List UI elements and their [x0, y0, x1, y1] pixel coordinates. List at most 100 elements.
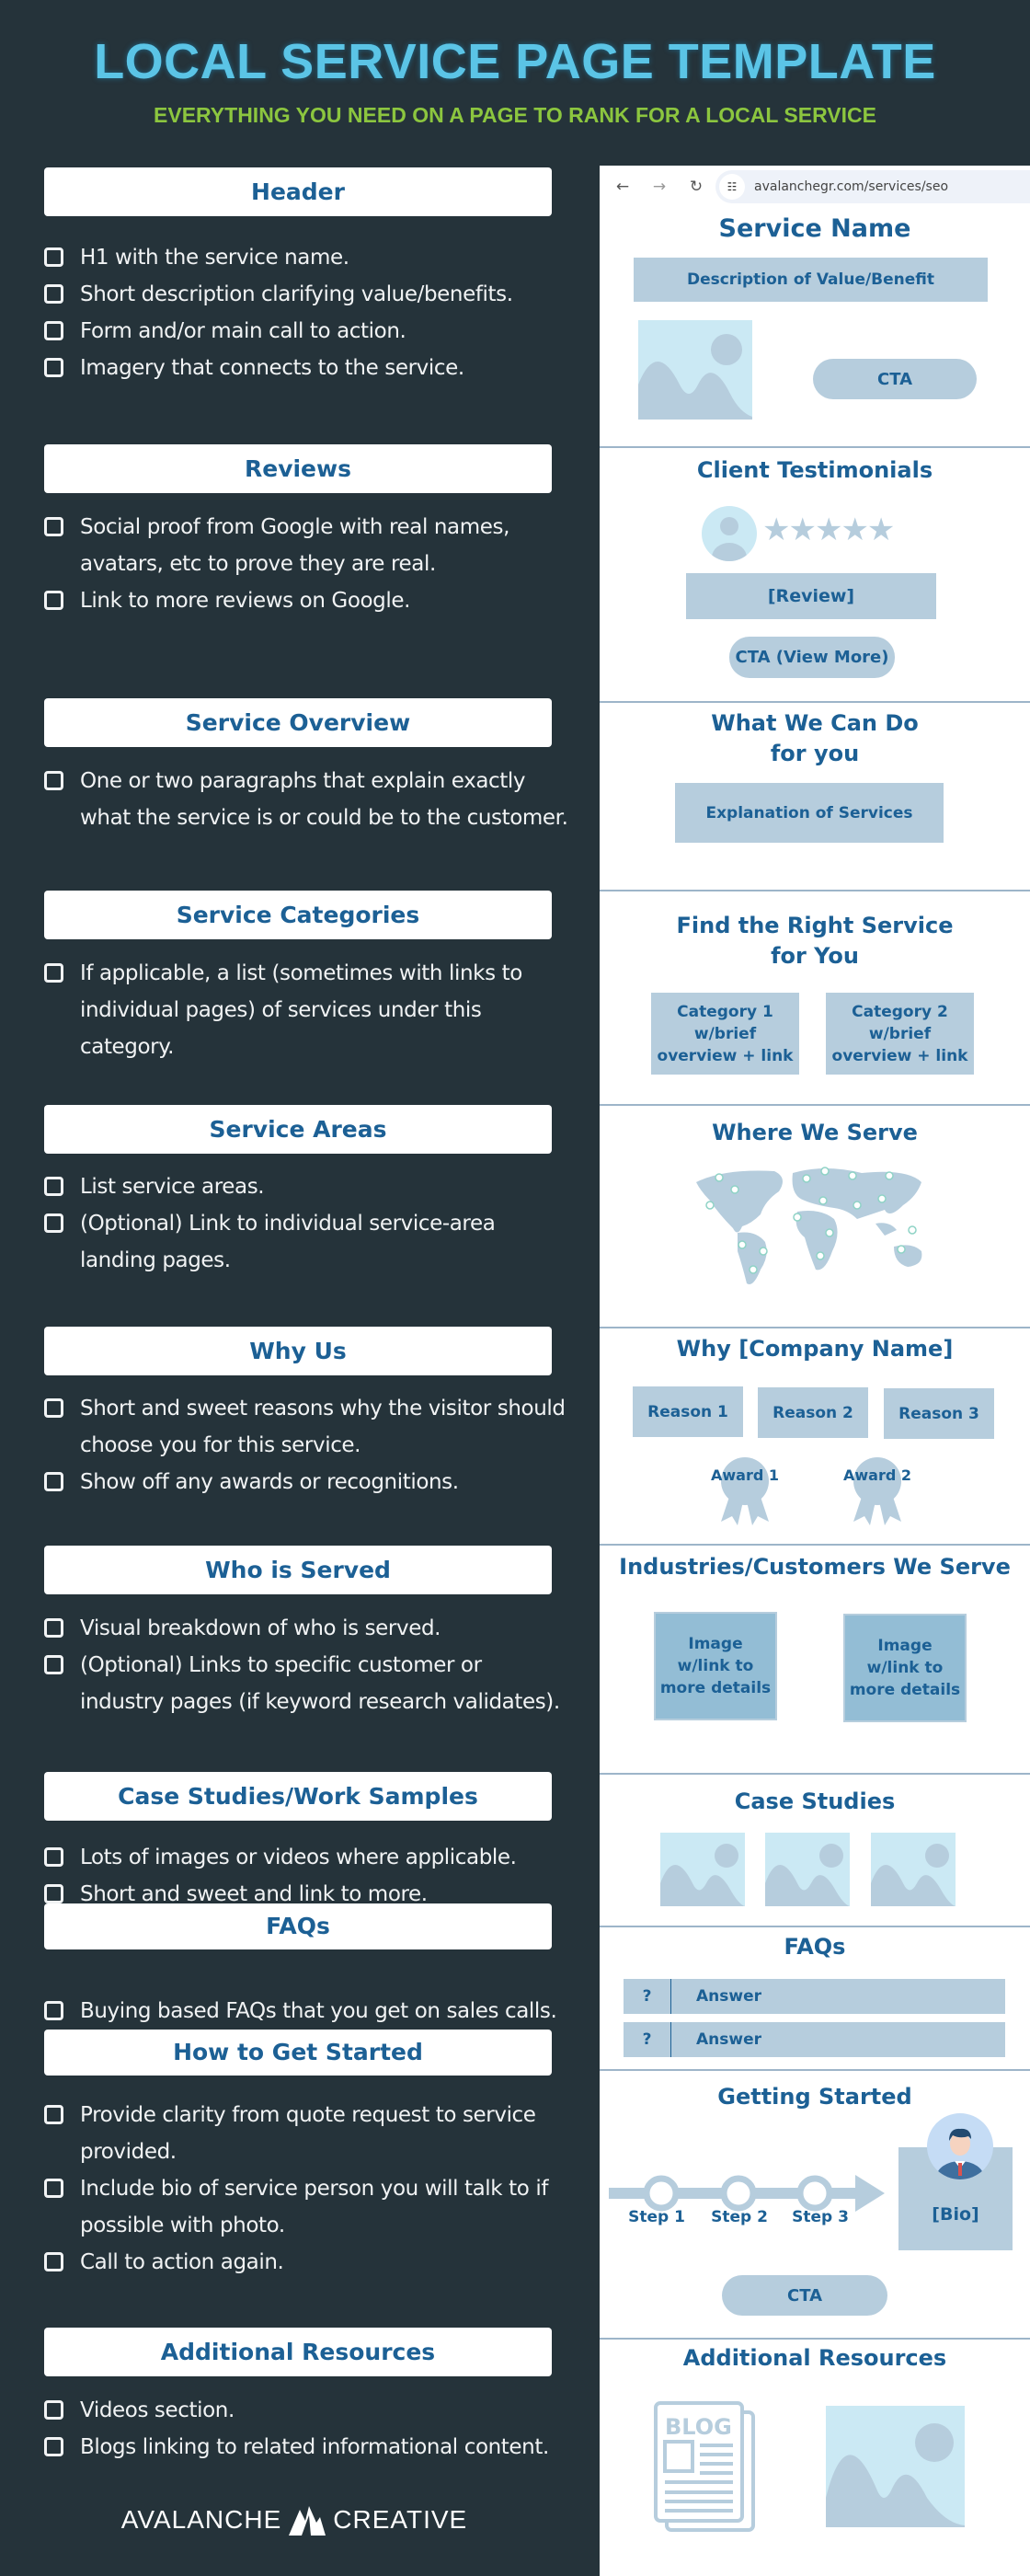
checkbox[interactable]: [44, 2400, 63, 2420]
address-bar[interactable]: ☷ avalanchegr.com/services/seo: [715, 170, 1030, 203]
checklist-item: Visual breakdown of who is served.: [44, 1610, 568, 1647]
mock-industries-title: Industries/Customers We Serve: [619, 1554, 1011, 1580]
checklist-item: Videos section.: [44, 2392, 568, 2429]
mock-service-name: Service Name: [718, 214, 911, 243]
avatar-icon: [702, 506, 757, 561]
mock-description-box: Description of Value/Benefit: [634, 258, 988, 302]
step-label: Step 3: [792, 2208, 849, 2226]
image-placeholder-icon: [871, 1833, 956, 1906]
checkbox[interactable]: [44, 321, 63, 340]
checkbox[interactable]: [44, 1398, 63, 1418]
mock-divider: [600, 1544, 1030, 1546]
award-badge-icon: Award 1: [710, 1455, 780, 1525]
section-header-service-overview: Service Overview: [44, 698, 552, 747]
checkbox[interactable]: [44, 1618, 63, 1638]
browser-bar: ← → ↻ ☷ avalanchegr.com/services/seo: [600, 166, 1030, 208]
checklist-item: Blogs linking to related informational c…: [44, 2429, 568, 2466]
mock-faq-row[interactable]: ? Answer: [624, 2022, 1005, 2057]
mock-resources-title: Additional Resources: [682, 2345, 947, 2371]
checkbox[interactable]: [44, 591, 63, 610]
mock-industry-card[interactable]: Image w/link to more details: [654, 1612, 777, 1720]
mock-overview-title-line2: for you: [770, 741, 860, 766]
checkbox[interactable]: [44, 2001, 63, 2020]
mock-divider: [600, 1773, 1030, 1775]
checkbox[interactable]: [44, 1213, 63, 1233]
checklist-item: List service areas.: [44, 1168, 568, 1205]
section-header-how-to-get-started: How to Get Started: [44, 2030, 552, 2076]
mock-category-card[interactable]: Category 2 w/brief overview + link: [826, 993, 974, 1075]
checklist-item: Link to more reviews on Google.: [44, 582, 568, 619]
section-items-faqs: Buying based FAQs that you get on sales …: [44, 1993, 568, 2030]
mock-category-card[interactable]: Category 1 w/brief overview + link: [651, 993, 799, 1075]
checklist-item: Provide clarity from quote request to se…: [44, 2097, 568, 2170]
mock-why-title: Why [Company Name]: [676, 1336, 954, 1362]
image-placeholder-icon: [765, 1833, 850, 1906]
mock-categories-title-line2: for You: [771, 943, 859, 969]
page-mockup: ← → ↻ ☷ avalanchegr.com/services/seo Ser…: [600, 166, 1030, 2576]
section-items-service-categories: If applicable, a list (sometimes with li…: [44, 955, 568, 1065]
mock-review-box: [Review]: [686, 573, 936, 619]
award-label: Award 2: [842, 1466, 911, 1484]
checkbox[interactable]: [44, 284, 63, 304]
checkbox[interactable]: [44, 1472, 63, 1491]
checkbox[interactable]: [44, 517, 63, 536]
checkbox[interactable]: [44, 1655, 63, 1674]
checkbox[interactable]: [44, 2252, 63, 2271]
brand-logo: AVALANCHE CREATIVE: [0, 2504, 589, 2536]
checkbox[interactable]: [44, 2105, 63, 2124]
forward-arrow-icon[interactable]: →: [646, 178, 673, 196]
section-header-service-areas: Service Areas: [44, 1105, 552, 1154]
page-title: LOCAL SERVICE PAGE TEMPLATE: [94, 34, 936, 89]
site-settings-icon[interactable]: ☷: [719, 174, 745, 200]
award-label: Award 1: [710, 1466, 779, 1484]
checkbox[interactable]: [44, 2179, 63, 2198]
mock-cta-button[interactable]: CTA: [722, 2275, 887, 2316]
mock-areas-title: Where We Serve: [712, 1120, 918, 1145]
section-items-case-studies: Lots of images or videos where applicabl…: [44, 1839, 568, 1913]
checklist-item: Short and sweet reasons why the visitor …: [44, 1390, 568, 1464]
reload-icon[interactable]: ↻: [682, 178, 710, 196]
award-badge-icon: Award 2: [842, 1455, 912, 1525]
mock-divider: [600, 701, 1030, 703]
mock-reason-box: Reason 3: [884, 1388, 994, 1439]
back-arrow-icon[interactable]: ←: [609, 178, 636, 196]
mock-divider: [600, 890, 1030, 891]
checklist-item: Call to action again.: [44, 2244, 568, 2281]
mock-cta-button[interactable]: CTA: [813, 359, 977, 399]
section-header-faqs: FAQs: [44, 1903, 552, 1949]
checkbox[interactable]: [44, 963, 63, 983]
checkbox[interactable]: [44, 358, 63, 377]
mock-divider: [600, 446, 1030, 448]
mock-view-more-button[interactable]: CTA (View More): [729, 637, 895, 678]
mock-divider: [600, 1926, 1030, 1927]
checkbox[interactable]: [44, 771, 63, 790]
checklist-item: If applicable, a list (sometimes with li…: [44, 955, 568, 1065]
checkbox[interactable]: [44, 2437, 63, 2456]
world-map-icon: [687, 1164, 954, 1293]
mock-faq-row[interactable]: ? Answer: [624, 1979, 1005, 2014]
brand-name-right: CREATIVE: [333, 2505, 468, 2534]
mock-divider: [600, 1327, 1030, 1328]
checkbox[interactable]: [44, 1847, 63, 1867]
checkbox[interactable]: [44, 1177, 63, 1196]
mock-reason-box: Reason 1: [633, 1386, 743, 1437]
section-items-how-to-get-started: Provide clarity from quote request to se…: [44, 2097, 568, 2281]
checkbox[interactable]: [44, 247, 63, 267]
section-items-reviews: Social proof from Google with real names…: [44, 509, 568, 619]
page-subtitle: EVERYTHING YOU NEED ON A PAGE TO RANK FO…: [154, 103, 876, 127]
image-placeholder-icon: [826, 2406, 965, 2527]
mock-testimonials-title: Client Testimonials: [696, 457, 933, 483]
step-label: Step 1: [628, 2208, 685, 2226]
mock-divider: [600, 2069, 1030, 2071]
mock-overview-title-line1: What We Can Do: [711, 710, 919, 736]
mock-industry-card[interactable]: Image w/link to more details: [843, 1614, 967, 1722]
checklist-item: Social proof from Google with real names…: [44, 509, 568, 582]
faq-question: ?: [624, 2022, 671, 2057]
mock-reason-box: Reason 2: [758, 1387, 868, 1438]
faq-answer: Answer: [696, 1987, 761, 2006]
section-items-service-overview: One or two paragraphs that explain exact…: [44, 763, 568, 836]
checkbox[interactable]: [44, 1884, 63, 1903]
brand-name-left: AVALANCHE: [120, 2505, 282, 2534]
checklist-item: Short description clarifying value/benef…: [44, 276, 568, 313]
mock-getting-started-title: Getting Started: [717, 2084, 912, 2110]
